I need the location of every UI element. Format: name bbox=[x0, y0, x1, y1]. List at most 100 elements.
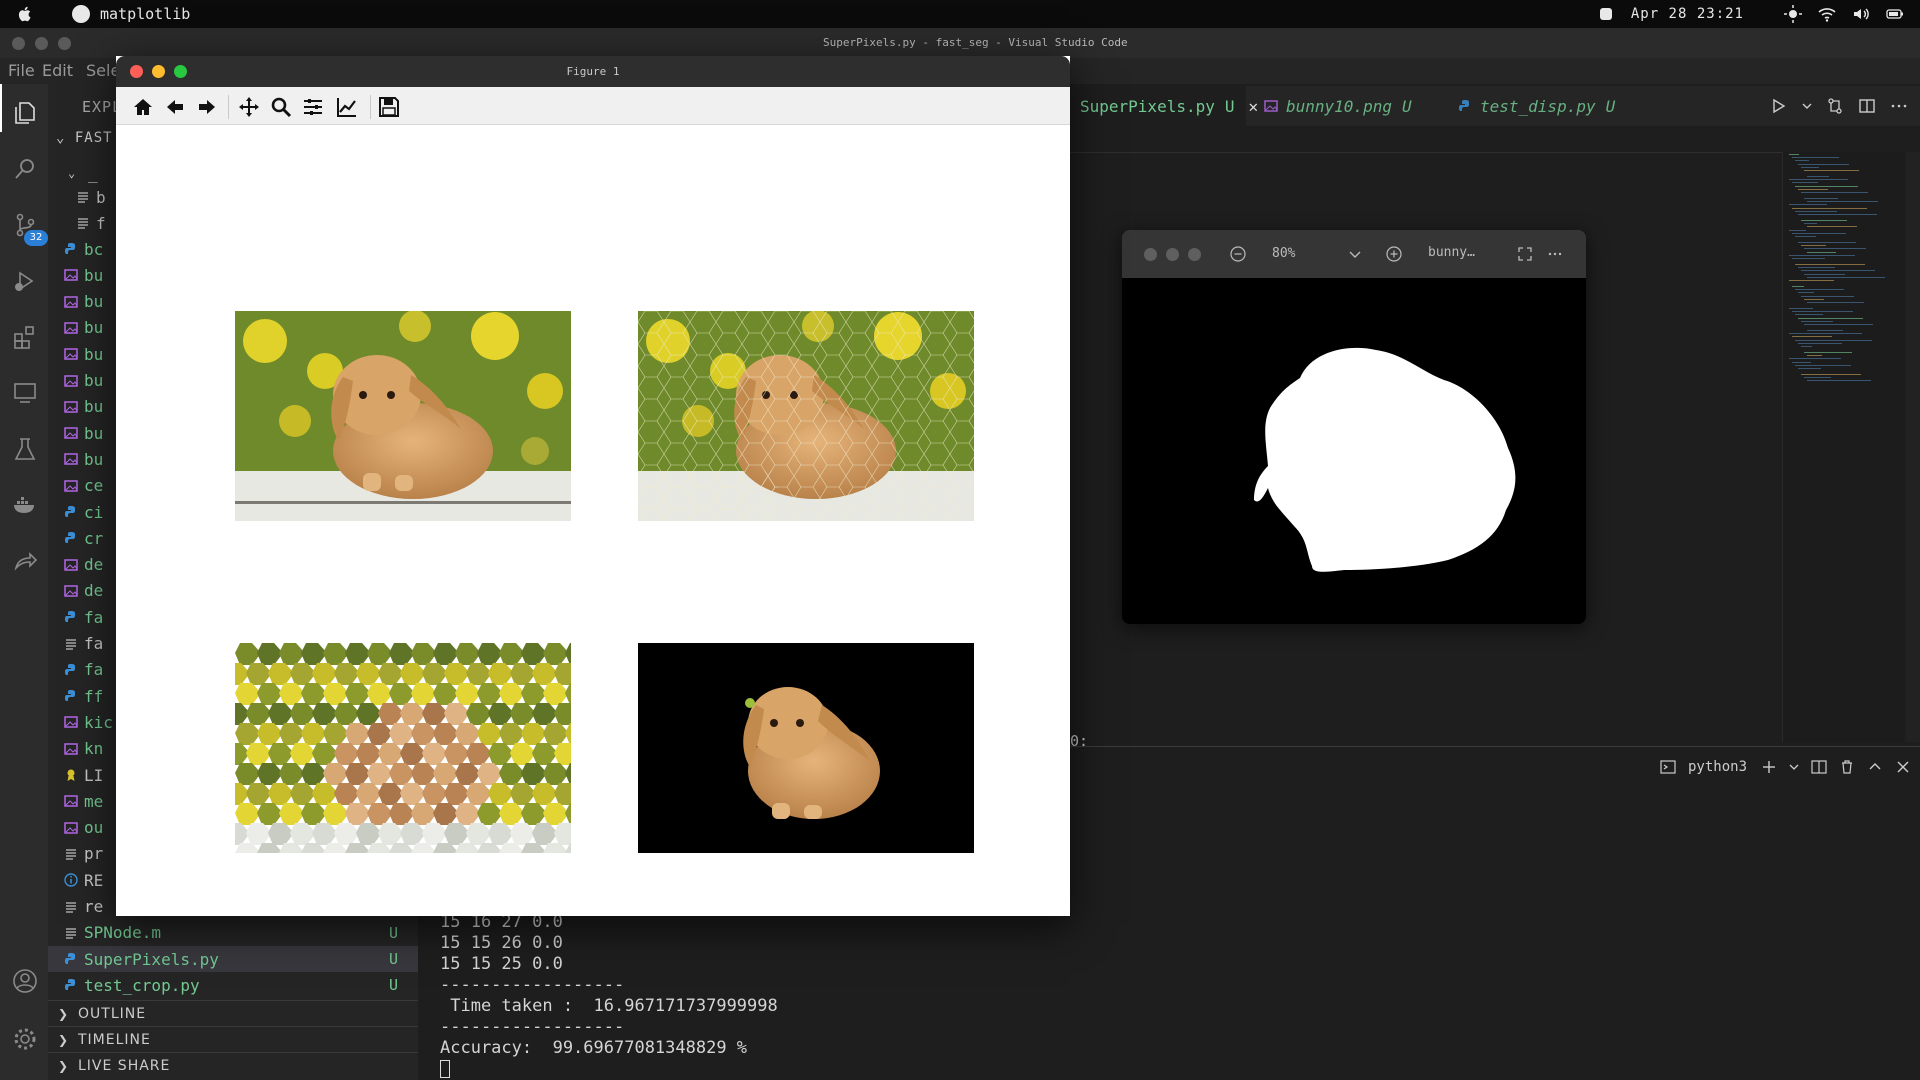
superpixel-cell bbox=[521, 723, 547, 745]
volume-icon[interactable] bbox=[1852, 5, 1870, 23]
remote-explorer-icon[interactable] bbox=[12, 380, 38, 406]
minimap-line bbox=[1804, 377, 1831, 379]
brightness-icon[interactable] bbox=[1784, 5, 1802, 23]
minimap[interactable] bbox=[1782, 152, 1904, 742]
image-file-icon bbox=[64, 295, 78, 308]
split-editor-icon[interactable] bbox=[1858, 97, 1876, 115]
timeline-section[interactable]: ❯ TIMELINE bbox=[48, 1026, 418, 1052]
superpixel-cell bbox=[312, 783, 338, 805]
zoom-icon[interactable] bbox=[270, 96, 292, 118]
file-name: bu bbox=[84, 449, 104, 469]
close-panel-icon[interactable] bbox=[1895, 759, 1911, 775]
minimap-line bbox=[1792, 311, 1853, 313]
minimap-line bbox=[1798, 342, 1842, 344]
zoom-window-button[interactable] bbox=[174, 65, 187, 78]
minimap-line bbox=[1792, 207, 1867, 209]
vscode-window-controls[interactable] bbox=[12, 37, 71, 50]
maximize-panel-icon[interactable] bbox=[1867, 759, 1883, 775]
superpixel-cell bbox=[455, 683, 481, 705]
minimize-window-button[interactable] bbox=[152, 65, 165, 78]
live-share-icon[interactable] bbox=[12, 548, 38, 574]
terminal-name[interactable]: python3 bbox=[1688, 759, 1747, 775]
superpixel-cell bbox=[356, 783, 382, 805]
superpixel-cell bbox=[279, 643, 305, 665]
terminal-line: ------------------ bbox=[440, 1017, 625, 1037]
zoom-level[interactable]: 80% bbox=[1272, 246, 1295, 261]
back-icon[interactable] bbox=[164, 96, 186, 118]
editor-actions bbox=[1770, 96, 1920, 116]
run-debug-icon[interactable] bbox=[12, 268, 38, 294]
matplotlib-figure-window[interactable]: Figure 1 bbox=[116, 56, 1070, 916]
superpixel-cell bbox=[301, 643, 327, 665]
workspace-folder-header[interactable]: ⌄ FAST bbox=[56, 130, 113, 146]
tab-superpixels[interactable]: SuperPixels.py U ✕ bbox=[1070, 86, 1258, 126]
menu-edit[interactable]: Edit bbox=[42, 61, 73, 80]
terminal-cursor bbox=[440, 1060, 450, 1078]
active-app-name[interactable]: matplotlib bbox=[100, 5, 190, 23]
testing-icon[interactable] bbox=[12, 436, 38, 462]
file-name: fa bbox=[84, 607, 104, 627]
minimap-line bbox=[1798, 368, 1821, 369]
new-terminal-icon[interactable] bbox=[1761, 759, 1777, 775]
editor-scrollbar[interactable] bbox=[1906, 152, 1920, 742]
split-terminal-icon[interactable] bbox=[1811, 759, 1827, 775]
edit-axis-icon[interactable] bbox=[336, 96, 358, 118]
more-icon[interactable] bbox=[1548, 247, 1562, 261]
docker-icon[interactable] bbox=[12, 492, 38, 518]
tab-status: U bbox=[1401, 96, 1412, 116]
terminal-line: ------------------ bbox=[440, 975, 625, 995]
file-tree-item[interactable]: SPNode.m U bbox=[48, 920, 418, 946]
configure-subplots-icon[interactable] bbox=[302, 96, 324, 118]
explorer-icon[interactable] bbox=[12, 100, 38, 126]
superpixel-cell bbox=[367, 803, 393, 825]
more-actions-icon[interactable] bbox=[1890, 97, 1908, 115]
run-python-icon[interactable] bbox=[1770, 97, 1788, 115]
clock[interactable]: Apr 28 23:21 bbox=[1631, 6, 1744, 22]
fullscreen-icon[interactable] bbox=[1518, 247, 1532, 261]
chevron-down-icon[interactable] bbox=[1348, 247, 1362, 261]
manage-gear-icon[interactable] bbox=[12, 1026, 38, 1052]
live-share-section[interactable]: ❯ LIVE SHARE bbox=[48, 1052, 418, 1078]
superpixel-cell bbox=[543, 683, 569, 705]
superpixel-cell bbox=[455, 763, 481, 785]
save-icon[interactable] bbox=[378, 96, 400, 118]
image-file-icon bbox=[64, 742, 78, 755]
search-icon[interactable] bbox=[12, 156, 38, 182]
tab-test-disp[interactable]: test_disp.py U bbox=[1448, 86, 1616, 126]
accounts-icon[interactable] bbox=[12, 968, 38, 994]
superpixel-cell bbox=[301, 683, 327, 705]
figure-window-controls[interactable] bbox=[130, 65, 187, 78]
minimap-line bbox=[1801, 192, 1868, 193]
python-file-icon bbox=[65, 953, 75, 965]
image-preview-window[interactable]: 80% bunny… bbox=[1122, 230, 1586, 624]
forward-icon[interactable] bbox=[196, 96, 218, 118]
menu-file[interactable]: File bbox=[8, 61, 35, 80]
superpixel-cell bbox=[411, 643, 437, 665]
figure-canvas[interactable] bbox=[116, 125, 1070, 916]
superpixel-cell bbox=[367, 683, 393, 705]
zoom-in-icon[interactable] bbox=[1386, 246, 1402, 262]
kill-terminal-icon[interactable] bbox=[1839, 759, 1855, 775]
notification-icon[interactable] bbox=[1597, 5, 1615, 23]
superpixel-cell bbox=[290, 743, 316, 765]
extensions-icon[interactable] bbox=[12, 324, 38, 350]
pan-icon[interactable] bbox=[238, 96, 260, 118]
file-tree-item[interactable]: SuperPixels.py U bbox=[48, 946, 418, 973]
superpixel-cell bbox=[466, 663, 492, 685]
superpixel-cell bbox=[510, 663, 536, 685]
chevron-down-icon[interactable] bbox=[1789, 759, 1799, 775]
home-icon[interactable] bbox=[132, 96, 154, 118]
tab-bunny10[interactable]: bunny10.png U bbox=[1254, 86, 1444, 126]
file-tree-item[interactable]: test_crop.py U bbox=[48, 972, 418, 998]
preview-window-controls[interactable] bbox=[1144, 248, 1201, 261]
battery-icon[interactable] bbox=[1886, 5, 1904, 23]
wifi-icon[interactable] bbox=[1818, 5, 1836, 23]
file-name: f bbox=[96, 213, 106, 233]
chevron-down-icon[interactable] bbox=[1802, 97, 1812, 115]
terminal-output[interactable]: 15 16 27 0.0 15 15 26 0.0 15 15 25 0.0 -… bbox=[440, 912, 778, 1080]
zoom-out-icon[interactable] bbox=[1230, 246, 1246, 262]
close-window-button[interactable] bbox=[130, 65, 143, 78]
apple-menu-icon[interactable] bbox=[16, 5, 34, 23]
open-changes-icon[interactable] bbox=[1826, 97, 1844, 115]
outline-section[interactable]: ❯ OUTLINE bbox=[48, 1000, 418, 1026]
